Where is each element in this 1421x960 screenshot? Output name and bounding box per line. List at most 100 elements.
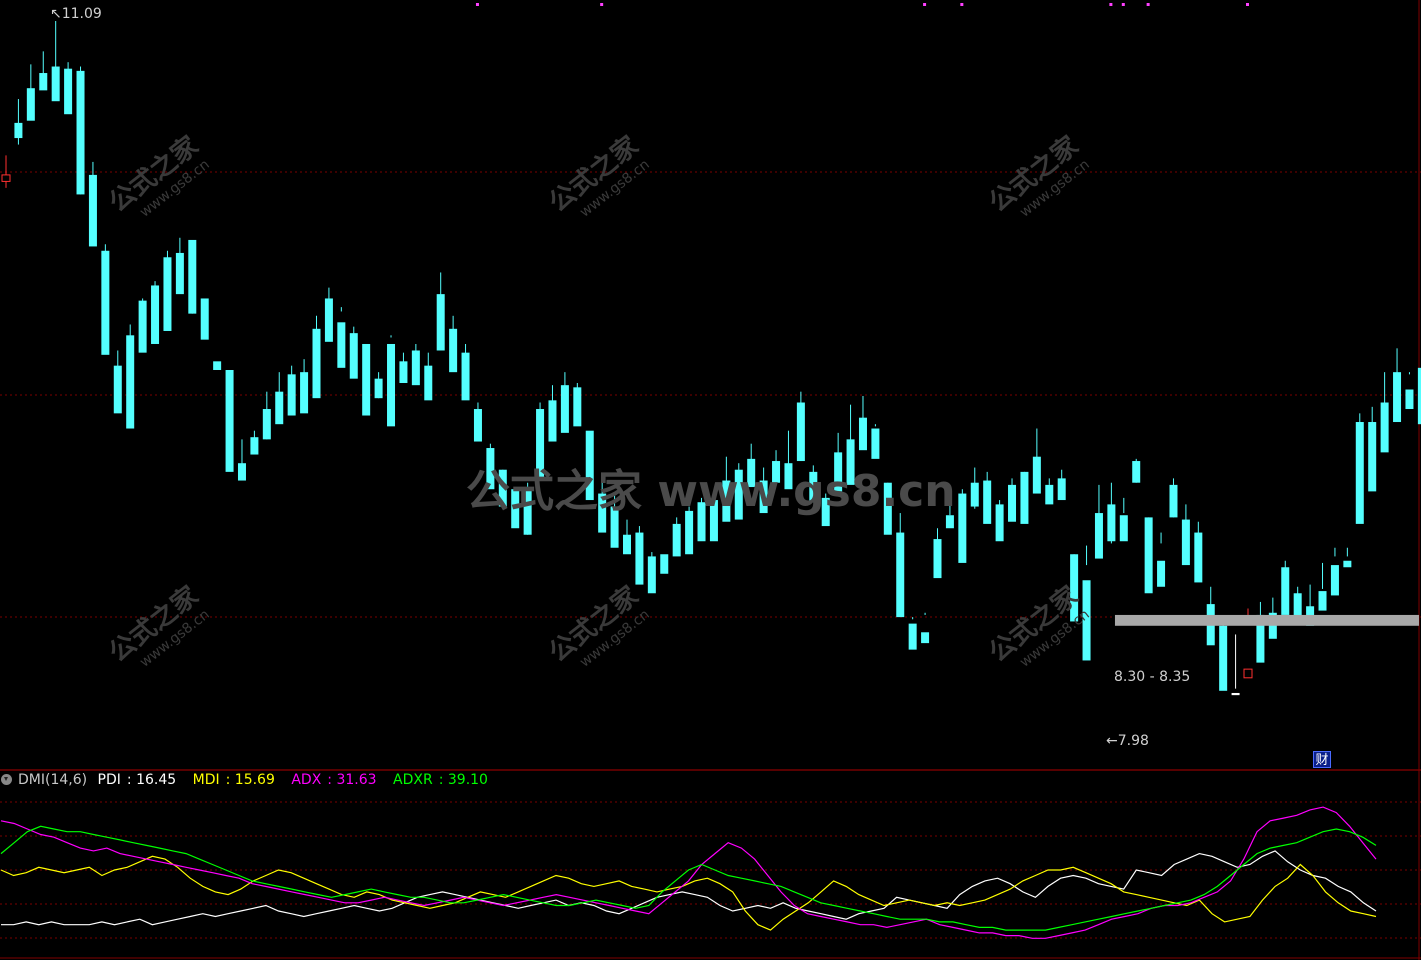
candle-body xyxy=(1231,692,1240,696)
candle-body xyxy=(759,480,768,514)
candle-body xyxy=(834,452,843,492)
price-range-label: 8.30 - 8.35 xyxy=(1114,669,1191,685)
candle-body xyxy=(387,343,396,427)
candle-body xyxy=(772,461,781,483)
candle-body xyxy=(151,285,160,344)
candle-body xyxy=(262,409,271,440)
candle-body xyxy=(921,632,930,644)
candle-body xyxy=(747,458,756,488)
candle-body xyxy=(349,333,358,379)
candle-body xyxy=(424,365,433,401)
candle-body xyxy=(821,497,830,527)
candle-body xyxy=(324,298,333,342)
stock-chart-window: 公式之家 www.gs8.cn 公式之家 www.gs8.cn 公式之家 www.gs… xyxy=(0,0,1421,960)
candle-body xyxy=(250,437,259,455)
candle-body xyxy=(598,493,607,533)
candle-body xyxy=(275,391,284,425)
candle-body xyxy=(871,428,880,459)
candle-body xyxy=(1393,372,1402,423)
candle-body xyxy=(175,252,184,295)
candle-body xyxy=(498,469,507,507)
candle-body xyxy=(1169,484,1178,518)
candle-body xyxy=(213,361,222,370)
candle-body xyxy=(1107,504,1116,542)
top-marker xyxy=(1246,3,1249,6)
candle-body xyxy=(1157,560,1166,587)
candle-body xyxy=(635,532,644,585)
candle-body xyxy=(1219,625,1228,691)
candle-body xyxy=(1020,471,1029,524)
candle-body xyxy=(113,365,122,414)
candle-body xyxy=(809,471,818,503)
candle-body xyxy=(685,510,694,555)
candle-body xyxy=(1380,402,1389,453)
candle-body xyxy=(1082,580,1091,661)
candle-body xyxy=(1144,517,1153,594)
candle-body xyxy=(933,539,942,579)
candle-body xyxy=(101,250,110,355)
candle-body xyxy=(647,556,656,594)
candle-body xyxy=(461,352,470,401)
candle-body xyxy=(138,300,147,353)
candle-body xyxy=(486,448,495,490)
high-price-label: ↖11.09 xyxy=(50,6,102,22)
candle-body xyxy=(858,417,867,451)
candle-body xyxy=(734,469,743,520)
candle-body xyxy=(610,506,619,548)
candle-body xyxy=(1243,668,1253,679)
top-marker xyxy=(600,3,604,6)
candle-body xyxy=(560,385,569,433)
candle-body xyxy=(983,480,992,524)
cai-icon[interactable]: 财 xyxy=(1313,751,1331,768)
candle-body xyxy=(548,400,557,442)
candle-body xyxy=(188,239,197,314)
legend-mdi: MDI: 15.69 xyxy=(192,772,275,788)
top-marker xyxy=(1146,3,1150,6)
candle-body xyxy=(995,504,1004,542)
candle-body xyxy=(697,502,706,542)
candle-body xyxy=(958,493,967,563)
candle-body xyxy=(1405,389,1414,410)
price-range-bar xyxy=(1114,614,1419,626)
candle-body xyxy=(1181,519,1190,566)
candle-body xyxy=(896,532,905,618)
candle-body xyxy=(784,463,793,490)
candle-body xyxy=(312,328,321,399)
dmi-line-adx xyxy=(0,806,1377,939)
candle-body xyxy=(14,122,23,139)
candle-body xyxy=(660,554,669,574)
candle-body xyxy=(573,387,582,427)
top-marker xyxy=(1121,3,1125,6)
chart-canvas[interactable] xyxy=(0,0,1421,960)
candle-body xyxy=(473,409,482,442)
candle-body xyxy=(846,439,855,485)
candle-body xyxy=(163,257,172,331)
candle-body xyxy=(374,378,383,399)
candle-body xyxy=(39,73,48,91)
collapse-icon[interactable] xyxy=(1,774,12,785)
candle-body xyxy=(287,374,296,416)
candle-body xyxy=(126,335,135,429)
candle-body xyxy=(722,480,731,522)
candle-body xyxy=(1045,484,1054,505)
candle-body xyxy=(1094,513,1103,559)
candle-body xyxy=(908,623,917,650)
candle-body xyxy=(237,463,246,481)
candle-body xyxy=(200,298,209,340)
candle-body xyxy=(300,372,309,414)
candle-body xyxy=(1119,515,1128,542)
candle-body xyxy=(88,174,97,247)
candle-body xyxy=(1057,478,1066,501)
candle-body xyxy=(536,409,545,479)
candle-body xyxy=(436,294,445,351)
candle-body xyxy=(1293,593,1302,618)
candle-body xyxy=(64,68,73,115)
legend-adx: ADX: 31.63 xyxy=(291,772,377,788)
candle-body xyxy=(945,515,954,529)
candle-body xyxy=(1281,567,1290,615)
dmi-title: DMI(14,6) xyxy=(18,772,88,788)
top-marker xyxy=(923,3,927,6)
candle-body xyxy=(76,70,85,195)
candle-body xyxy=(709,500,718,542)
candle-body xyxy=(511,489,520,529)
